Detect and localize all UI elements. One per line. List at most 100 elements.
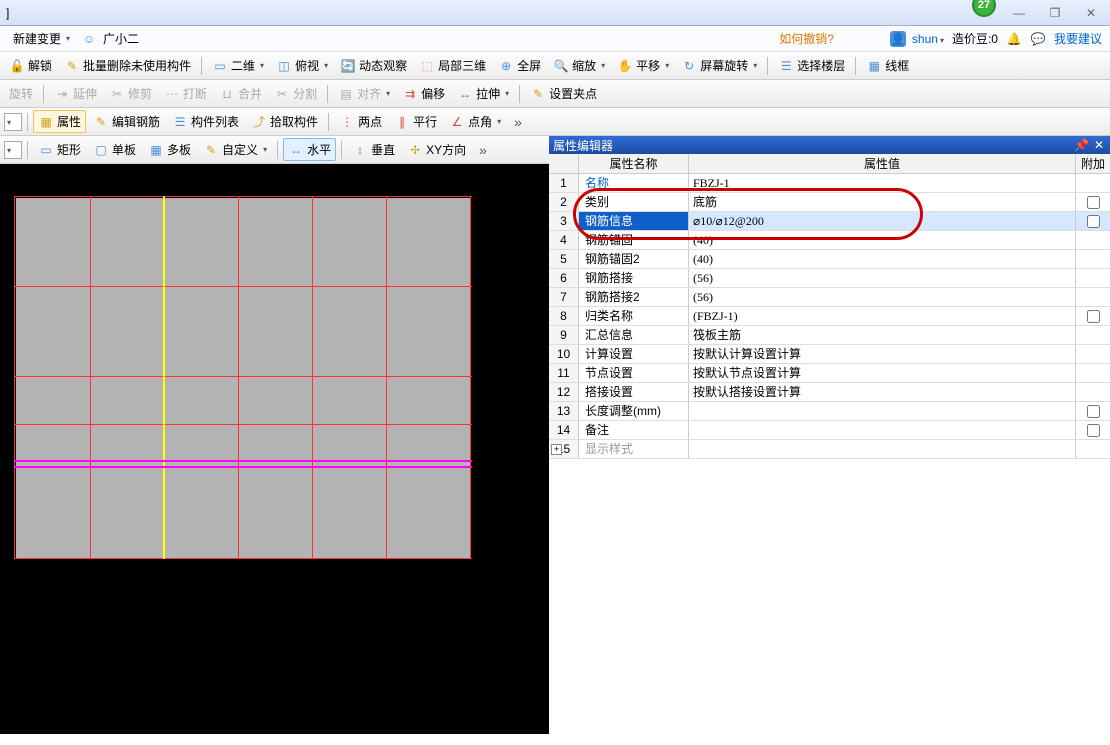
wireframe-button[interactable]: ▦线框 — [861, 54, 914, 77]
pick-button[interactable]: ⤴拾取构件 — [246, 110, 323, 133]
combo-1[interactable] — [4, 113, 22, 131]
prop-row[interactable]: 12搭接设置按默认搭接设置计算 — [549, 383, 1110, 402]
how-undo-link[interactable]: 如何撤销? — [779, 30, 834, 47]
row-addon[interactable] — [1076, 345, 1110, 363]
new-change-dropdown[interactable]: 新建变更 — [8, 27, 75, 50]
row-addon[interactable] — [1076, 326, 1110, 344]
prop-row[interactable]: 5钢筋锚固2(40) — [549, 250, 1110, 269]
prop-row[interactable]: 3钢筋信息⌀10/⌀12@200 — [549, 212, 1110, 231]
user-icon: 👤 — [890, 31, 906, 47]
clamp-button[interactable]: ✎设置夹点 — [525, 82, 602, 105]
more-draw[interactable]: » — [479, 142, 487, 158]
horiz-button[interactable]: ↔水平 — [283, 138, 336, 161]
row-value[interactable]: ⌀10/⌀12@200 — [689, 212, 1076, 230]
row-addon[interactable] — [1076, 193, 1110, 211]
dynamic-button[interactable]: 🔄动态观察 — [335, 54, 412, 77]
more-tools[interactable]: » — [514, 114, 522, 130]
row-addon[interactable] — [1076, 269, 1110, 287]
prop-row[interactable]: 15显示样式 — [549, 440, 1110, 459]
helper-name[interactable]: 广小二 — [103, 30, 139, 47]
row-value[interactable]: 筏板主筋 — [689, 326, 1076, 344]
row-addon[interactable] — [1076, 421, 1110, 439]
edit-rebar-button[interactable]: ✎编辑钢筋 — [88, 110, 165, 133]
combo-2[interactable] — [4, 141, 22, 159]
addon-checkbox[interactable] — [1087, 424, 1100, 437]
row-addon[interactable] — [1076, 174, 1110, 192]
multi-button[interactable]: ▦多板 — [143, 138, 196, 161]
row-value[interactable] — [689, 421, 1076, 439]
prop-row[interactable]: 14备注 — [549, 421, 1110, 440]
row-value[interactable]: 底筋 — [689, 193, 1076, 211]
unlock-button[interactable]: 🔓解锁 — [4, 54, 57, 77]
fullscreen-button[interactable]: ⊕全屏 — [493, 54, 546, 77]
prop-row[interactable]: 7钢筋搭接2(56) — [549, 288, 1110, 307]
row-addon[interactable] — [1076, 364, 1110, 382]
addon-checkbox[interactable] — [1087, 215, 1100, 228]
row-value[interactable]: (56) — [689, 288, 1076, 306]
panel-pin[interactable]: 📌 — [1074, 138, 1088, 152]
select-floor-button[interactable]: ☰选择楼层 — [773, 54, 850, 77]
two-point-button[interactable]: ⋮两点 — [334, 110, 387, 133]
pan-button[interactable]: ✋平移 — [612, 54, 674, 77]
addon-checkbox[interactable] — [1087, 405, 1100, 418]
rect-button[interactable]: ▭矩形 — [33, 138, 86, 161]
cost-bean[interactable]: 造价豆:0 — [952, 30, 998, 47]
window-min[interactable]: — — [1006, 6, 1032, 20]
xy-button[interactable]: ✢XY方向 — [402, 138, 471, 161]
row-value[interactable]: 按默认搭接设置计算 — [689, 383, 1076, 401]
row-addon[interactable] — [1076, 440, 1110, 458]
row-value[interactable]: (FBZJ-1) — [689, 307, 1076, 325]
offset-button[interactable]: ⇉偏移 — [397, 82, 450, 105]
prop-row[interactable]: 10计算设置按默认计算设置计算 — [549, 345, 1110, 364]
row-addon[interactable] — [1076, 307, 1110, 325]
user-name[interactable]: shun — [912, 32, 944, 46]
prop-row[interactable]: 8归类名称(FBZJ-1) — [549, 307, 1110, 326]
props-button[interactable]: ▦属性 — [33, 110, 86, 133]
row-value[interactable]: (56) — [689, 269, 1076, 287]
row-value[interactable]: 按默认计算设置计算 — [689, 345, 1076, 363]
row-addon[interactable] — [1076, 250, 1110, 268]
window-close[interactable]: ✕ — [1078, 6, 1104, 20]
row-value[interactable]: (40) — [689, 250, 1076, 268]
row-value[interactable] — [689, 402, 1076, 420]
stretch-button[interactable]: ↔拉伸 — [452, 82, 514, 105]
row-addon[interactable] — [1076, 383, 1110, 401]
prop-row[interactable]: 9汇总信息筏板主筋 — [549, 326, 1110, 345]
suggest-link[interactable]: 我要建议 — [1054, 30, 1102, 47]
prop-row[interactable]: 1名称FBZJ-1 — [549, 174, 1110, 193]
prop-row[interactable]: 4钢筋锚固(40) — [549, 231, 1110, 250]
addon-checkbox[interactable] — [1087, 196, 1100, 209]
batch-delete-button[interactable]: ✎批量删除未使用构件 — [59, 54, 196, 77]
row-value[interactable]: (40) — [689, 231, 1076, 249]
bell-icon[interactable]: 🔔 — [1006, 31, 1022, 47]
panel-title-text: 属性编辑器 — [553, 137, 613, 154]
row-addon[interactable] — [1076, 288, 1110, 306]
single-button[interactable]: ▢单板 — [88, 138, 141, 161]
row-addon[interactable] — [1076, 231, 1110, 249]
vert-button[interactable]: ↕垂直 — [347, 138, 400, 161]
2d-button[interactable]: ▭二维 — [207, 54, 269, 77]
notification-badge[interactable]: 27 — [972, 0, 996, 17]
rotate-button[interactable]: 旋转 — [4, 82, 38, 105]
parallel-button[interactable]: ∥平行 — [389, 110, 442, 133]
row-value[interactable]: 按默认节点设置计算 — [689, 364, 1076, 382]
row-addon[interactable] — [1076, 402, 1110, 420]
angle-button[interactable]: ∠点角 — [444, 110, 506, 133]
bird-button[interactable]: ◫俯视 — [271, 54, 333, 77]
drawing-canvas[interactable] — [0, 164, 549, 734]
prop-row[interactable]: 6钢筋搭接(56) — [549, 269, 1110, 288]
list-button[interactable]: ☰构件列表 — [167, 110, 244, 133]
local3d-button[interactable]: ⬚局部三维 — [414, 54, 491, 77]
prop-row[interactable]: 13长度调整(mm) — [549, 402, 1110, 421]
prop-row[interactable]: 11节点设置按默认节点设置计算 — [549, 364, 1110, 383]
row-value[interactable]: FBZJ-1 — [689, 174, 1076, 192]
addon-checkbox[interactable] — [1087, 310, 1100, 323]
zoom-button[interactable]: 🔍缩放 — [548, 54, 610, 77]
window-max[interactable]: ❐ — [1042, 6, 1068, 20]
rotate-screen-button[interactable]: ↻屏幕旋转 — [676, 54, 762, 77]
custom-button[interactable]: ✎自定义 — [198, 138, 272, 161]
prop-row[interactable]: 2类别底筋 — [549, 193, 1110, 212]
panel-close[interactable]: ✕ — [1092, 138, 1106, 152]
row-value[interactable] — [689, 440, 1076, 458]
row-addon[interactable] — [1076, 212, 1110, 230]
